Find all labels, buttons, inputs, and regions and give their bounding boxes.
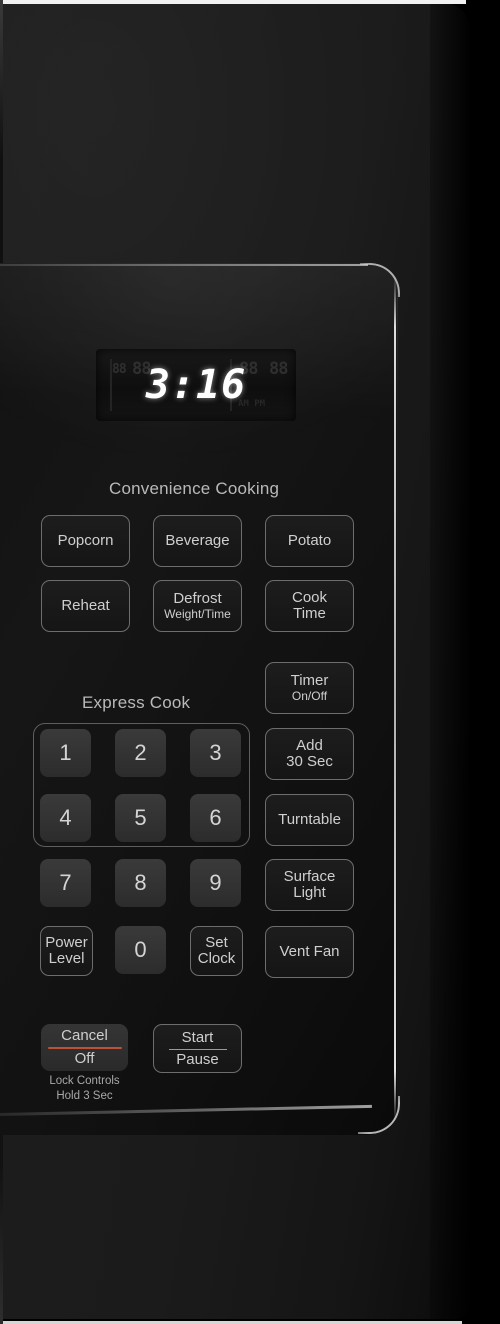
number-key-9[interactable]: 9 [190,859,241,907]
number-key-7[interactable]: 7 [40,859,91,907]
number-key-6-label: 6 [209,805,222,831]
cook-time-label-line1: Cook [291,589,328,607]
pause-label: Pause [176,1050,219,1068]
number-key-3[interactable]: 3 [190,729,241,777]
lock-controls-caption-line1: Lock Controls [49,1075,120,1087]
set-clock-label-line1: Set [205,934,228,952]
number-key-1-label: 1 [59,740,72,766]
panel-top-highlight [0,264,368,266]
number-key-8-label: 8 [134,870,147,896]
surface-light-button[interactable]: Surface Light [265,859,354,911]
number-key-8[interactable]: 8 [115,859,166,907]
number-key-6[interactable]: 6 [190,794,241,842]
cancel-off-button[interactable]: Cancel Off [41,1024,128,1071]
number-key-2[interactable]: 2 [115,729,166,777]
number-key-4[interactable]: 4 [40,794,91,842]
add-30-sec-label-line1: Add [296,737,323,755]
number-key-7-label: 7 [59,870,72,896]
set-clock-label-line2: Clock [197,950,236,967]
led-display: 88 88 88 88 AM PM 3:16 [96,349,296,421]
number-key-0-label: 0 [134,937,147,963]
number-key-5[interactable]: 5 [115,794,166,842]
defrost-button[interactable]: Defrost Weight/Time [153,580,242,632]
surface-light-label-line1: Surface [283,868,336,886]
number-key-1[interactable]: 1 [40,729,91,777]
panel-right-highlight [394,276,396,1121]
express-cook-title: Express Cook [82,693,191,712]
set-clock-button[interactable]: Set Clock [190,926,243,976]
number-key-0[interactable]: 0 [115,926,166,974]
potato-button[interactable]: Potato [265,515,354,567]
body-right-shadow [430,0,500,1324]
start-pause-button[interactable]: Start Pause [153,1024,242,1073]
lock-controls-caption: Lock Controls Hold 3 Sec [41,1074,128,1103]
cook-time-label-line2: Time [293,605,326,622]
turntable-button[interactable]: Turntable [265,794,354,846]
add-30-sec-label-line2: 30 Sec [286,753,333,770]
potato-label: Potato [287,532,332,550]
vent-fan-button[interactable]: Vent Fan [265,926,354,978]
add-30-sec-button[interactable]: Add 30 Sec [265,728,354,780]
vent-fan-label: Vent Fan [279,943,340,961]
reheat-label: Reheat [61,597,110,615]
lock-controls-caption-line2: Hold 3 Sec [56,1089,113,1102]
number-key-5-label: 5 [134,805,147,831]
power-level-button[interactable]: Power Level [40,926,93,976]
number-key-9-label: 9 [209,870,222,896]
start-pause-divider [168,1048,227,1050]
number-key-3-label: 3 [209,740,222,766]
body-top-edge [0,0,466,4]
start-label: Start [181,1028,214,1046]
number-key-4-label: 4 [59,805,72,831]
off-label: Off [74,1050,95,1067]
power-level-label-line2: Level [48,950,85,967]
popcorn-button[interactable]: Popcorn [41,515,130,567]
cook-time-button[interactable]: Cook Time [265,580,354,632]
clock-readout: 3:16 [145,362,247,408]
microwave-control-panel: 88 88 88 88 AM PM 3:16 Convenience Cooki… [0,0,500,1324]
timer-sublabel: On/Off [291,689,328,704]
convenience-cooking-title: Convenience Cooking [109,479,280,498]
cancel-accent-divider [47,1047,122,1049]
power-level-label-line1: Power [45,934,88,952]
defrost-label: Defrost [173,590,222,608]
timer-label: Timer [290,672,329,690]
popcorn-label: Popcorn [57,532,114,550]
surface-light-label-line2: Light [293,884,326,901]
number-key-2-label: 2 [134,740,147,766]
cancel-label: Cancel [61,1027,108,1045]
defrost-sublabel: Weight/Time [164,607,231,622]
beverage-button[interactable]: Beverage [153,515,242,567]
turntable-label: Turntable [278,811,341,829]
reheat-button[interactable]: Reheat [41,580,130,632]
beverage-label: Beverage [165,532,230,550]
timer-on-off-button[interactable]: Timer On/Off [265,662,354,714]
